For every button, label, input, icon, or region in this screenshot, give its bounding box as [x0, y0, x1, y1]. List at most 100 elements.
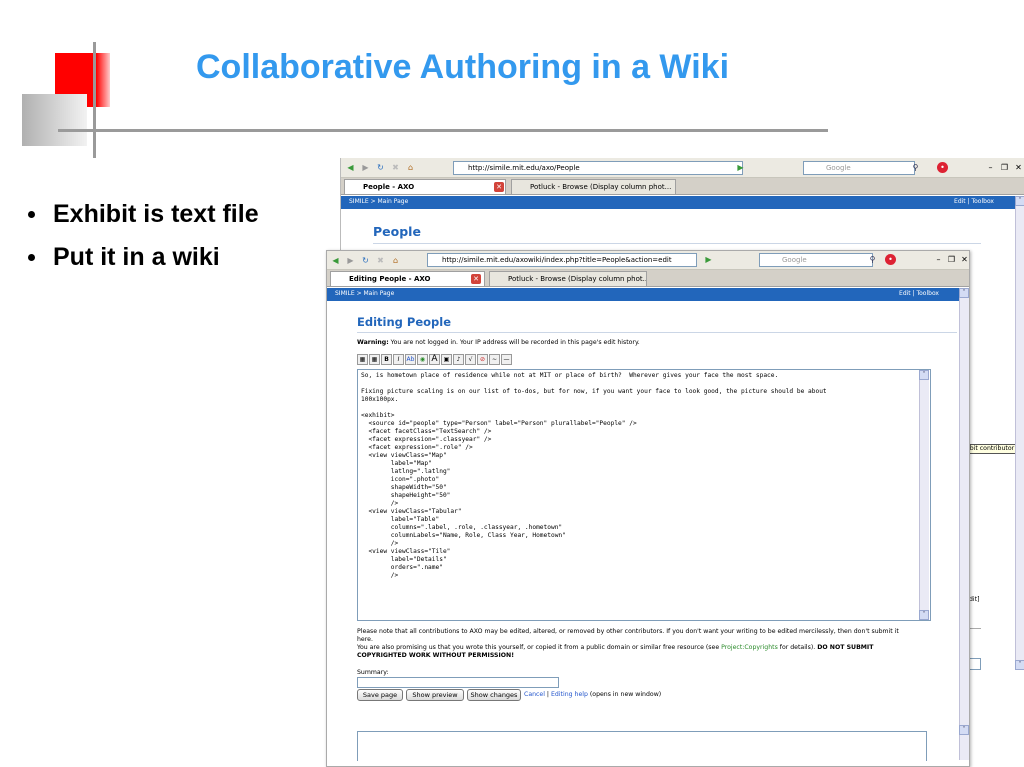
show-changes-button[interactable]: Show changes: [467, 689, 521, 701]
forward-arrow-icon[interactable]: ▶: [345, 255, 356, 266]
restore-icon[interactable]: ❐: [946, 254, 957, 265]
copyright-warning: DO NOT SUBMIT: [817, 644, 874, 651]
bullet-text: Put it in a wiki: [53, 243, 220, 271]
scroll-up-icon[interactable]: ˆ: [959, 288, 969, 298]
cancel-link[interactable]: Cancel: [524, 691, 545, 698]
scroll-down-icon[interactable]: ˇ: [959, 725, 969, 735]
front-tab-bar: Editing People - AXO ✕ Potluck - Browse …: [327, 270, 969, 287]
signature-icon[interactable]: ∼: [489, 354, 500, 365]
tab-editing-people[interactable]: Editing People - AXO: [330, 271, 485, 286]
minimize-icon[interactable]: –: [985, 162, 996, 173]
wiki-edit-textarea[interactable]: So, is hometown place of residence while…: [357, 369, 931, 621]
back-arrow-icon[interactable]: ◀: [345, 162, 356, 173]
tab-label: Potluck - Browse (Display column phot...: [508, 275, 647, 283]
grid-icon[interactable]: ▦: [369, 354, 380, 365]
hr-icon[interactable]: —: [501, 354, 512, 365]
search-icon[interactable]: ⚲: [910, 162, 921, 173]
editing-help-link[interactable]: Editing help: [551, 691, 588, 698]
math-icon[interactable]: √: [465, 354, 476, 365]
go-icon[interactable]: ▶: [703, 254, 714, 265]
reload-icon[interactable]: ↻: [360, 255, 371, 266]
show-preview-button[interactable]: Show preview: [406, 689, 464, 701]
front-wiki-navbar: SIMILE > Main Page Edit | Toolbox: [327, 288, 969, 301]
tab-label: Editing People - AXO: [349, 275, 431, 283]
back-scrollbar[interactable]: [1015, 196, 1024, 670]
nowiki-icon[interactable]: ⊘: [477, 354, 488, 365]
tooltip: ibit contributor: [965, 444, 1018, 454]
nav-edit-toolbox[interactable]: Edit | Toolbox: [899, 288, 939, 300]
image-icon[interactable]: ▣: [441, 354, 452, 365]
scroll-up-icon[interactable]: ˆ: [1015, 196, 1024, 206]
copyright-warning-2: COPYRIGHTED WORK WITHOUT PERMISSION!: [357, 652, 515, 659]
side-box: [969, 658, 981, 670]
slide-title: Collaborative Authoring in a Wiki: [196, 48, 730, 86]
front-scrollbar[interactable]: [959, 288, 969, 760]
contribution-notice-cont: here.: [357, 636, 373, 643]
link-icon[interactable]: Ab: [405, 354, 416, 365]
minimize-icon[interactable]: –: [933, 254, 944, 265]
go-icon[interactable]: ▶: [735, 162, 746, 173]
scroll-up-icon[interactable]: ˆ: [919, 370, 929, 380]
italic-icon[interactable]: I: [393, 354, 404, 365]
summary-label: Summary:: [357, 669, 389, 676]
copyright-warning-line: COPYRIGHTED WORK WITHOUT PERMISSION!: [357, 652, 514, 660]
front-browser-window: ◀ ▶ ↻ ✖ ⌂ http://simile.mit.edu/axowiki/…: [326, 250, 970, 767]
front-address-bar[interactable]: http://simile.mit.edu/axowiki/index.php?…: [427, 253, 697, 267]
forward-arrow-icon[interactable]: ▶: [360, 162, 371, 173]
adblock-icon[interactable]: •: [885, 254, 896, 265]
deco-gray-square: [22, 94, 87, 146]
deco-horizontal-line: [58, 129, 828, 132]
bottom-box: [357, 731, 927, 761]
copyright-link[interactable]: Project:Copyrights: [721, 644, 778, 651]
adblock-icon[interactable]: •: [937, 162, 948, 173]
back-arrow-icon[interactable]: ◀: [330, 255, 341, 266]
stop-icon[interactable]: ✖: [375, 255, 386, 266]
tab-label: Potluck - Browse (Display column phot...: [530, 183, 672, 191]
restore-icon[interactable]: ❐: [999, 162, 1010, 173]
side-divider: [969, 628, 981, 629]
front-search-input[interactable]: Google: [759, 253, 873, 267]
help-suffix: (opens in new window): [587, 691, 662, 698]
tab-close-icon[interactable]: ✕: [494, 182, 504, 192]
bold-icon[interactable]: B: [381, 354, 392, 365]
copyright-text: You are also promising us that you wrote…: [357, 644, 722, 651]
bullet-list: Exhibit is text file Put it in a wiki: [28, 200, 259, 286]
close-icon[interactable]: ✕: [959, 254, 970, 265]
tab-close-icon[interactable]: ✕: [471, 274, 481, 284]
summary-input[interactable]: [357, 677, 559, 688]
close-icon[interactable]: ✕: [1013, 162, 1024, 173]
reload-icon[interactable]: ↻: [375, 162, 386, 173]
cancel-help-line: Cancel | Editing help (opens in new wind…: [524, 691, 661, 699]
breadcrumb[interactable]: SIMILE > Main Page: [335, 290, 394, 297]
tab-potluck-browse[interactable]: Potluck - Browse (Display column phot...: [511, 179, 676, 194]
editor-content: So, is hometown place of residence while…: [361, 372, 827, 579]
breadcrumb[interactable]: SIMILE > Main Page: [349, 198, 408, 205]
warning-text: You are not logged in. Your IP address w…: [388, 339, 640, 346]
search-icon[interactable]: ⚲: [867, 254, 878, 265]
contribution-notice: Please note that all contributions to AX…: [357, 628, 899, 635]
editor-scrollbar[interactable]: [919, 370, 929, 620]
scroll-down-icon[interactable]: ˇ: [919, 610, 929, 620]
editing-page-title: Editing People: [357, 315, 957, 333]
headline-icon[interactable]: A: [429, 354, 440, 365]
tab-potluck-browse[interactable]: Potluck - Browse (Display column phot...: [489, 271, 647, 286]
tab-people-axo[interactable]: People - AXO: [344, 179, 506, 194]
home-icon[interactable]: ⌂: [405, 162, 416, 173]
back-search-input[interactable]: Google: [803, 161, 915, 175]
copyright-notice: You are also promising us that you wrote…: [357, 644, 873, 652]
bullet-dot: [28, 211, 35, 218]
home-icon[interactable]: ⌂: [390, 255, 401, 266]
bullet-item: Exhibit is text file: [28, 200, 259, 229]
bullet-text: Exhibit is text file: [53, 200, 259, 228]
scroll-down-icon[interactable]: ˇ: [1015, 660, 1024, 670]
media-icon[interactable]: ♪: [453, 354, 464, 365]
nav-edit-toolbox[interactable]: Edit | Toolbox: [954, 196, 994, 208]
globe-icon[interactable]: ◉: [417, 354, 428, 365]
save-page-button[interactable]: Save page: [357, 689, 403, 701]
tab-label: People - AXO: [363, 183, 415, 191]
table-icon[interactable]: ▦: [357, 354, 368, 365]
warning-line: Warning: You are not logged in. Your IP …: [357, 339, 640, 347]
back-address-bar[interactable]: http://simile.mit.edu/axo/People: [453, 161, 743, 175]
copyright-text-2: for details).: [777, 644, 818, 651]
stop-icon[interactable]: ✖: [390, 162, 401, 173]
